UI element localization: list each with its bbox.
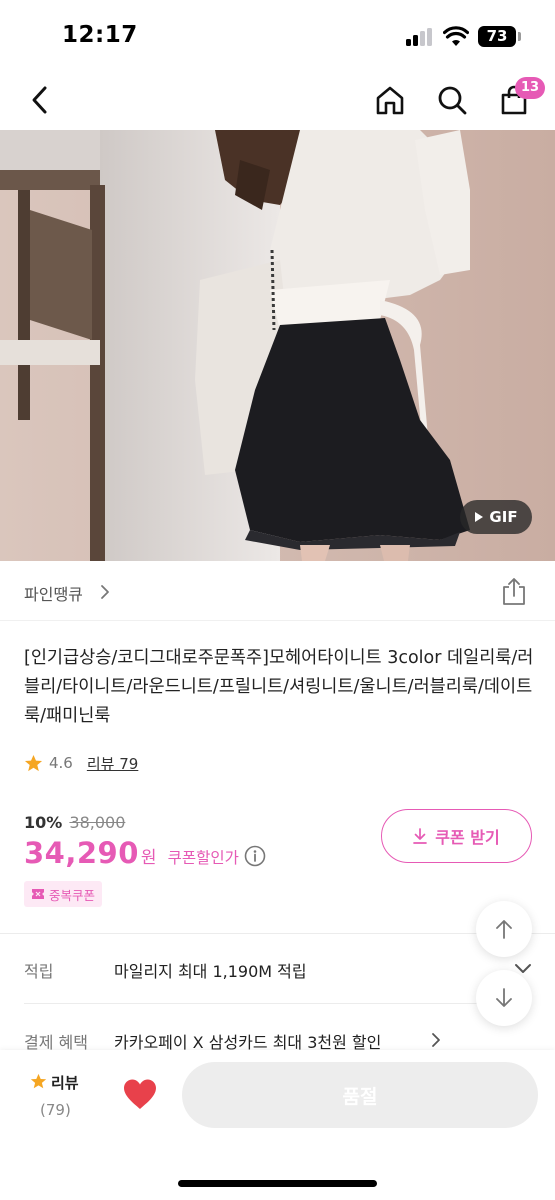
discount-line: 10% 38,000 [24, 813, 125, 832]
search-button[interactable] [432, 80, 472, 120]
play-icon [475, 512, 484, 522]
store-name[interactable]: 파인땡큐 [24, 581, 83, 605]
download-icon [413, 828, 428, 844]
original-price: 38,000 [69, 813, 126, 832]
back-button[interactable] [20, 80, 60, 120]
sale-price-line: 34,290 원 쿠폰할인가 [24, 836, 266, 870]
product-title: [인기급상승/코디그대로주문폭주]모헤어타이니트 3color 데일리룩/러블리… [24, 648, 534, 726]
section-divider [0, 933, 555, 934]
sale-price: 34,290 [24, 836, 139, 870]
status-time: 12:17 [62, 22, 138, 48]
share-icon[interactable] [500, 576, 528, 606]
gif-label: GIF [489, 508, 518, 526]
search-icon [438, 86, 467, 115]
row-divider [24, 1003, 531, 1004]
arrow-up-icon [496, 920, 512, 939]
wifi-icon [443, 26, 469, 46]
home-icon [376, 86, 404, 115]
duplicate-coupon-label: 중복쿠폰 [49, 887, 96, 903]
review-summary[interactable]: 리뷰 [30, 1072, 90, 1093]
coupon-icon [32, 889, 44, 899]
rating-value: 4.6 [49, 754, 73, 772]
top-nav-bar [0, 70, 555, 130]
mileage-label: 적립 [24, 962, 54, 981]
star-icon [30, 1073, 47, 1089]
arrow-down-icon [496, 988, 512, 1007]
chevron-right-icon [432, 1033, 440, 1047]
currency-unit: 원 [140, 848, 157, 868]
chevron-right-icon [101, 585, 109, 599]
home-button[interactable] [370, 80, 410, 120]
review-label: 리뷰 [51, 1074, 79, 1092]
scroll-top-button[interactable] [476, 901, 532, 957]
rating-row: 4.6 리뷰 79 [24, 752, 138, 774]
duplicate-coupon-badge: 중복쿠폰 [24, 881, 103, 907]
coupon-discount-label: 쿠폰할인가 [167, 849, 239, 867]
cart-count-badge: 13 [515, 77, 546, 99]
battery-cap [518, 32, 521, 41]
info-icon[interactable] [244, 845, 266, 867]
heart-icon[interactable] [122, 1078, 158, 1110]
star-icon [24, 754, 43, 771]
home-indicator [178, 1180, 377, 1187]
status-bar: 12:17 73 [0, 0, 555, 70]
get-coupon-label: 쿠폰 받기 [435, 828, 500, 847]
mileage-value: 마일리지 최대 1,190M 적립 [114, 962, 307, 981]
product-photo [0, 130, 555, 561]
mileage-row[interactable]: 적립 마일리지 최대 1,190M 적립 [0, 938, 555, 998]
product-image[interactable] [0, 130, 555, 561]
scroll-bottom-button[interactable] [476, 970, 532, 1026]
chevron-left-icon [32, 86, 47, 114]
cellular-signal-icon [406, 28, 434, 46]
gif-badge[interactable]: GIF [460, 500, 532, 534]
review-count: (79) [40, 1101, 71, 1119]
battery-level: 73 [478, 26, 516, 47]
store-row[interactable]: 파인땡큐 [0, 561, 555, 621]
review-count-link[interactable]: 리뷰 79 [87, 753, 138, 774]
sold-out-button[interactable]: 품절 [182, 1062, 538, 1128]
get-coupon-button[interactable]: 쿠폰 받기 [381, 809, 532, 863]
discount-rate: 10% [24, 813, 63, 832]
